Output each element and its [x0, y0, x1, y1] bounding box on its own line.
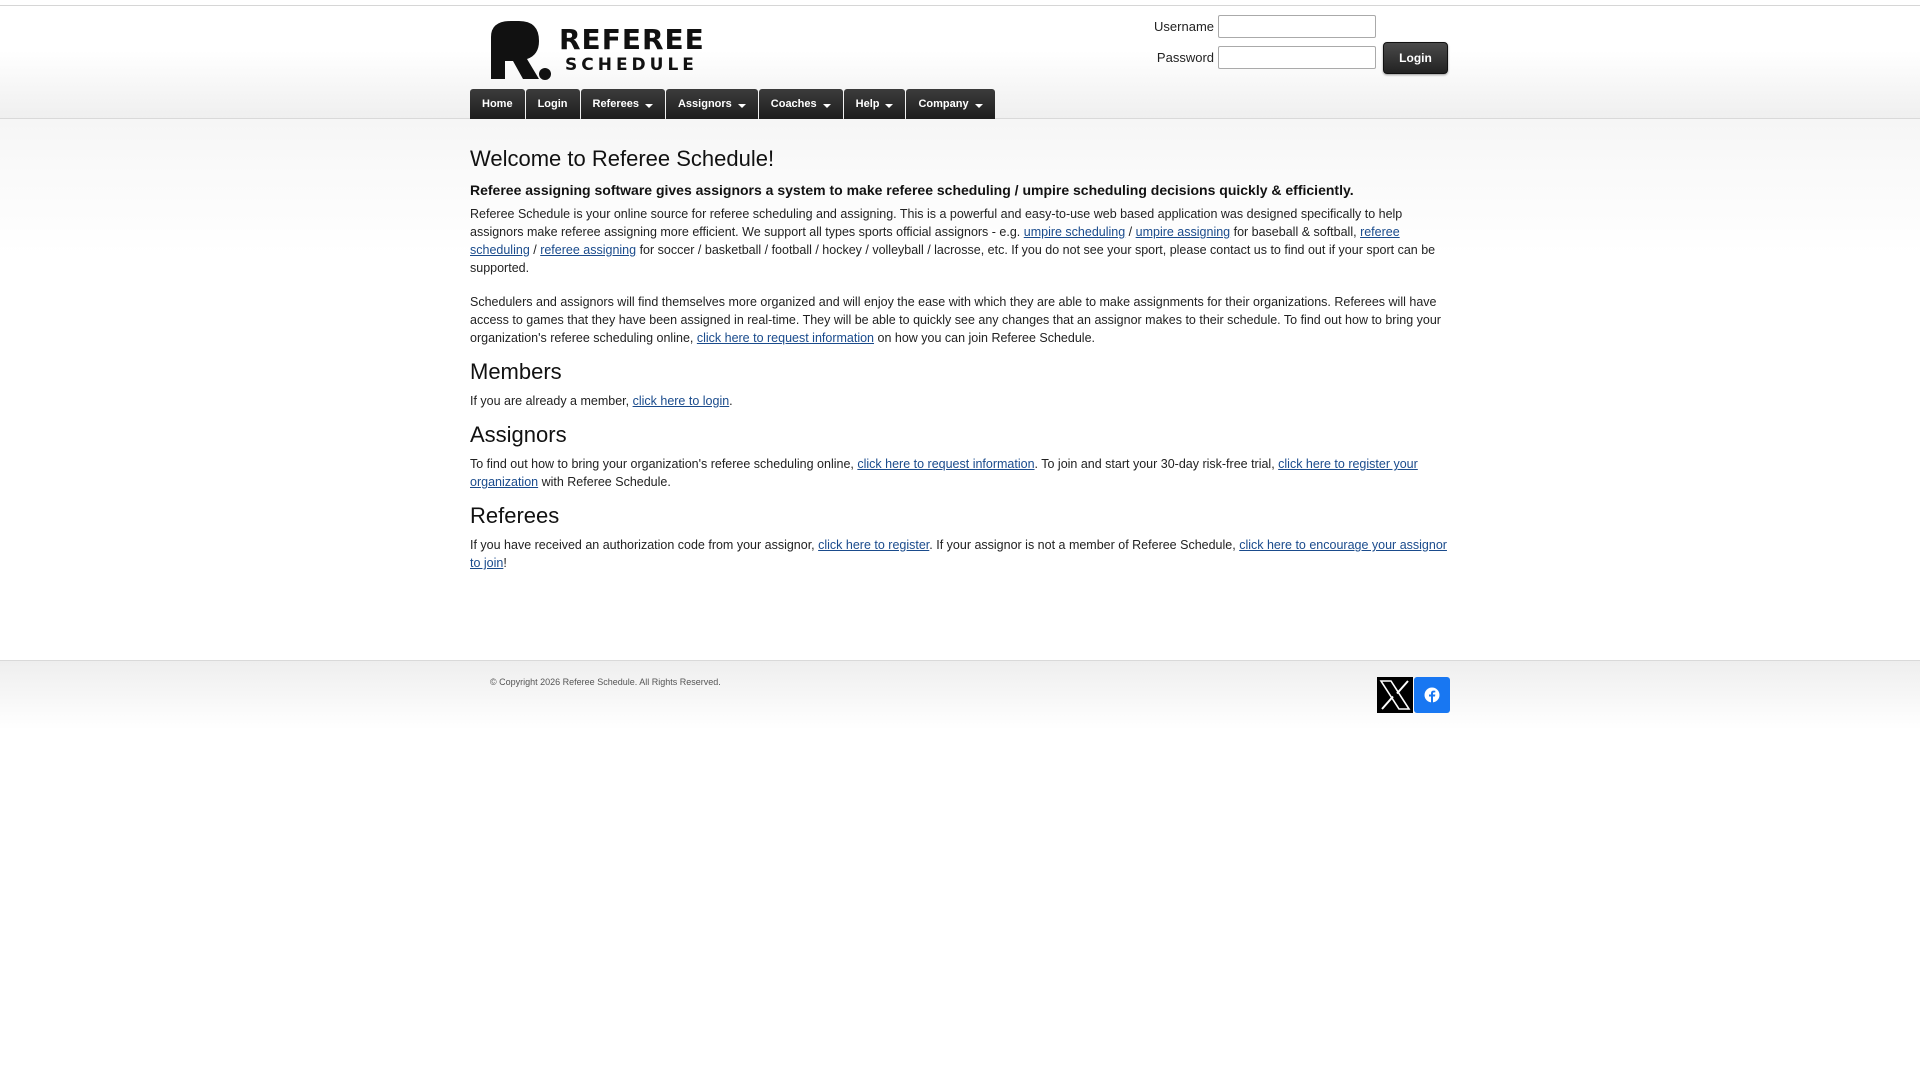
lead-text: Referee assigning software gives assigno…: [470, 182, 1354, 198]
nav-item-login[interactable]: Login: [525, 89, 580, 119]
nav-item-home[interactable]: Home: [470, 89, 525, 119]
member-login-link[interactable]: click here to login: [633, 394, 730, 408]
facebook-icon[interactable]: [1414, 677, 1450, 713]
assignors-heading: Assignors: [470, 422, 567, 447]
site-logo[interactable]: REFEREE SCHEDULE: [489, 19, 704, 81]
nav-item-company[interactable]: Company: [906, 89, 995, 119]
umpire-assigning-link[interactable]: umpire assigning: [1136, 225, 1231, 239]
nav-item-referees[interactable]: Referees: [580, 89, 665, 119]
assignor-request-information-link[interactable]: click here to request information: [857, 457, 1034, 471]
password-input[interactable]: [1218, 46, 1376, 69]
nav-item-help[interactable]: Help: [843, 89, 906, 119]
intro-paragraph: Referee Schedule is your online source f…: [470, 207, 1436, 275]
caret-down-icon: [974, 104, 983, 108]
copyright-text: © Copyright 2026 Referee Schedule. All R…: [490, 677, 721, 687]
logo-text-referee: REFEREE: [559, 23, 705, 56]
referee-assigning-link[interactable]: referee assigning: [540, 243, 636, 257]
caret-down-icon: [885, 104, 894, 108]
members-paragraph: If you are already a member, click here …: [470, 394, 733, 408]
content-area: Welcome to Referee Schedule! Referee ass…: [0, 119, 1920, 660]
site-footer: © Copyright 2026 Referee Schedule. All R…: [0, 660, 1920, 730]
schedulers-paragraph: Schedulers and assignors will find thems…: [470, 295, 1441, 345]
login-button[interactable]: Login: [1383, 42, 1448, 74]
members-heading: Members: [470, 359, 562, 384]
username-label: Username: [1154, 19, 1214, 34]
x-twitter-icon[interactable]: [1377, 677, 1413, 713]
logo-r-icon: [489, 19, 553, 81]
caret-down-icon: [644, 104, 653, 108]
referee-register-link[interactable]: click here to register: [818, 538, 929, 552]
main-nav: Home Login Referees Assignors Coaches He…: [470, 89, 996, 119]
nav-item-coaches[interactable]: Coaches: [758, 89, 843, 119]
username-input[interactable]: [1218, 15, 1376, 38]
social-links: [1377, 677, 1450, 713]
page-title: Welcome to Referee Schedule!: [470, 146, 775, 171]
umpire-scheduling-link[interactable]: umpire scheduling: [1024, 225, 1125, 239]
assignors-paragraph: To find out how to bring your organizati…: [470, 457, 1418, 489]
referees-heading: Referees: [470, 503, 560, 528]
logo-text-schedule: SCHEDULE: [565, 55, 698, 75]
login-form: Username Password Login: [1130, 9, 1450, 75]
site-header: REFEREE SCHEDULE Username Password Login…: [0, 6, 1920, 119]
request-information-link[interactable]: click here to request information: [697, 331, 874, 345]
referees-paragraph: If you have received an authorization co…: [470, 538, 1447, 570]
password-label: Password: [1156, 50, 1214, 65]
caret-down-icon: [737, 104, 746, 108]
caret-down-icon: [822, 104, 831, 108]
nav-item-assignors[interactable]: Assignors: [665, 89, 758, 119]
